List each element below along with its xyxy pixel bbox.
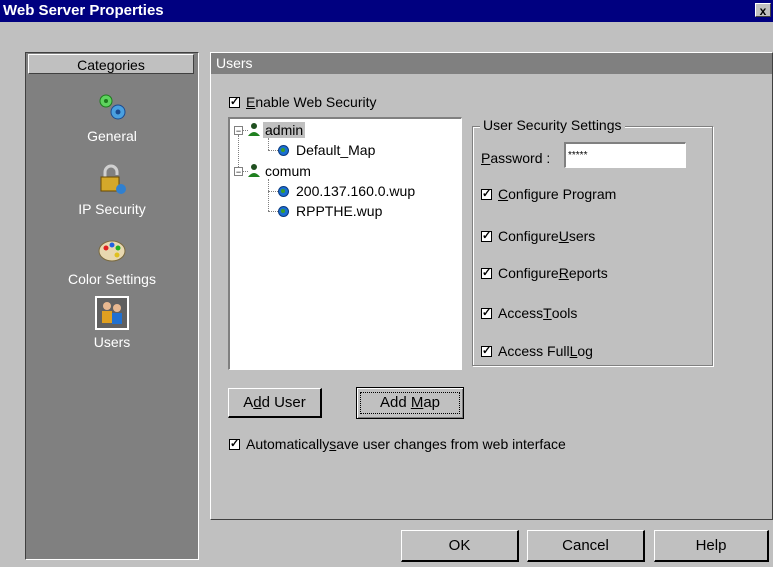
category-ip-security[interactable]: IP Security — [26, 163, 198, 217]
panel-title: Users — [211, 53, 772, 74]
tree-node-admin[interactable]: admin — [263, 122, 306, 138]
auto-save-checkbox[interactable]: Automatically save user changes from web… — [229, 436, 566, 452]
category-general-label: General — [87, 128, 137, 144]
category-users[interactable]: Users — [26, 296, 198, 350]
checkbox-box[interactable] — [229, 95, 240, 108]
category-color-settings-label: Color Settings — [68, 271, 156, 287]
tree-node-rppthe[interactable]: RPPTHE.wup — [296, 203, 382, 219]
checkbox-box[interactable] — [481, 344, 492, 357]
add-map-button[interactable]: Add Map — [356, 387, 464, 419]
cancel-button[interactable]: Cancel — [527, 530, 645, 562]
configure-reports-checkbox[interactable]: Configure Reports — [481, 265, 608, 281]
category-color-settings[interactable]: Color Settings — [26, 233, 198, 287]
access-full-log-checkbox[interactable]: Access Full Log — [481, 343, 593, 359]
tree-node-default-map[interactable]: Default_Map — [296, 142, 375, 158]
ok-button[interactable]: OK — [401, 530, 519, 562]
user-icon — [248, 164, 260, 177]
configure-users-checkbox[interactable]: Configure Users — [481, 228, 595, 244]
categories-sidebar: Categories General IP Security Color Set… — [25, 52, 199, 560]
map-globe-icon — [278, 145, 289, 156]
checkbox-box[interactable] — [481, 229, 492, 242]
padlock-icon — [100, 164, 126, 194]
tree-node-200-137-160-0[interactable]: 200.137.160.0.wup — [296, 183, 415, 199]
window-title: Web Server Properties — [3, 2, 164, 19]
access-tools-checkbox[interactable]: Access Tools — [481, 305, 577, 321]
category-general[interactable]: General — [26, 90, 198, 144]
categories-header: Categories — [28, 54, 194, 74]
close-button[interactable]: x — [755, 3, 771, 18]
gears-icon — [99, 94, 126, 120]
checkbox-box[interactable] — [229, 437, 240, 450]
collapse-icon[interactable]: − — [234, 167, 243, 177]
palette-icon — [98, 240, 126, 262]
collapse-icon[interactable]: − — [234, 126, 243, 136]
add-user-button[interactable]: Add User — [228, 388, 322, 418]
category-users-label: Users — [93, 334, 131, 350]
configure-program-checkbox[interactable]: Configure Program — [481, 186, 616, 202]
checkbox-box[interactable] — [481, 266, 492, 279]
password-input[interactable] — [564, 142, 686, 168]
password-label: Password : — [481, 150, 551, 166]
checkbox-box[interactable] — [481, 306, 492, 319]
user-icon — [248, 123, 260, 136]
title-bar: Web Server Properties x — [0, 0, 773, 22]
category-ip-security-label: IP Security — [78, 201, 146, 217]
checkbox-box[interactable] — [481, 187, 492, 200]
users-icon — [95, 296, 129, 330]
group-title: User Security Settings — [480, 117, 625, 133]
map-globe-icon — [278, 186, 289, 197]
tree-node-comum[interactable]: comum — [265, 163, 311, 179]
map-globe-icon — [278, 206, 289, 217]
enable-web-security-checkbox[interactable]: Enable Web Security — [229, 94, 376, 110]
help-button[interactable]: Help — [654, 530, 769, 562]
users-tree[interactable]: − admin Default_Map − comum 200.137.160.… — [228, 117, 462, 370]
